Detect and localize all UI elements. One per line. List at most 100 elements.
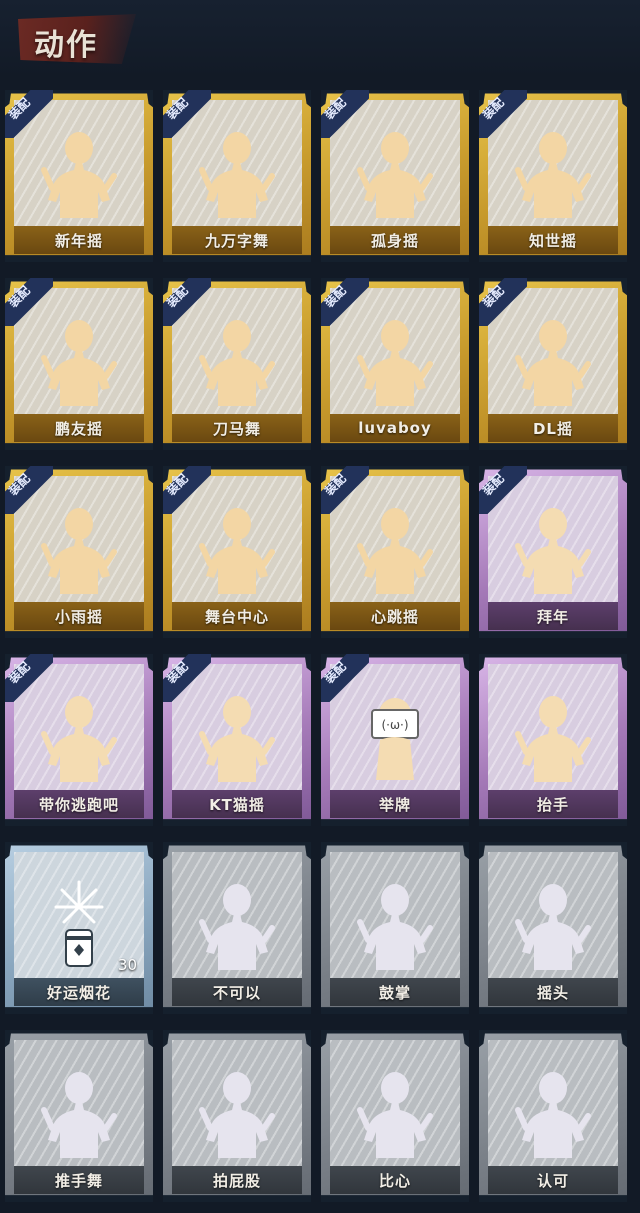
equipped-badge: 装配 xyxy=(5,90,53,138)
equipped-badge: 装配 xyxy=(321,278,369,326)
emote-name: 带你逃跑吧 xyxy=(38,795,119,814)
emote-card[interactable]: 摇头 xyxy=(479,842,627,1014)
card-label-bar: 带你逃跑吧 xyxy=(14,790,144,818)
emote-name: 九万字舞 xyxy=(204,231,269,250)
emote-name: 鼓掌 xyxy=(378,983,411,1002)
emote-name: 孤身摇 xyxy=(370,231,419,250)
card-art-panel xyxy=(330,852,460,982)
card-label-bar: 鼓掌 xyxy=(330,978,460,1006)
emote-card[interactable]: 拍屁股 xyxy=(163,1030,311,1202)
equipped-badge: 装配 xyxy=(5,654,53,702)
emote-name: 摇头 xyxy=(536,983,569,1002)
emote-card[interactable]: DL摇 装配 xyxy=(479,278,627,450)
emote-card[interactable]: 30 好运烟花 xyxy=(5,842,153,1014)
card-art-panel xyxy=(488,852,618,982)
card-art-panel xyxy=(488,1040,618,1170)
card-label-bar: 新年摇 xyxy=(14,226,144,254)
emote-name: luvaboy xyxy=(358,419,432,437)
card-label-bar: KT猫摇 xyxy=(172,790,302,818)
emote-card[interactable]: KT猫摇 装配 xyxy=(163,654,311,826)
card-label-bar: 认可 xyxy=(488,1166,618,1194)
equipped-badge: 装配 xyxy=(479,90,527,138)
card-art-panel xyxy=(488,664,618,794)
card-label-bar: 比心 xyxy=(330,1166,460,1194)
equipped-badge: 装配 xyxy=(5,466,53,514)
header-bar: 动作 xyxy=(0,0,640,78)
card-label-bar: 小雨摇 xyxy=(14,602,144,630)
equipped-badge: 装配 xyxy=(163,90,211,138)
equipped-badge: 装配 xyxy=(163,466,211,514)
emote-name: 拜年 xyxy=(536,607,569,626)
emote-name: 小雨摇 xyxy=(54,607,103,626)
emote-card[interactable]: 鹏友摇 装配 xyxy=(5,278,153,450)
emote-name: 鹏友摇 xyxy=(54,419,103,438)
emote-card[interactable]: 拜年 装配 xyxy=(479,466,627,638)
equipped-badge: 装配 xyxy=(321,466,369,514)
equipped-badge: 装配 xyxy=(479,466,527,514)
card-label-bar: 舞台中心 xyxy=(172,602,302,630)
emote-name: 认可 xyxy=(536,1171,569,1190)
emote-card[interactable]: 心跳摇 装配 xyxy=(321,466,469,638)
item-count: 30 xyxy=(117,956,137,974)
equipped-badge: 装配 xyxy=(321,654,369,702)
emote-name: 新年摇 xyxy=(54,231,103,250)
emote-name: 知世摇 xyxy=(528,231,577,250)
emote-card[interactable]: (·ω·) 举牌 装配 xyxy=(321,654,469,826)
card-label-bar: 鹏友摇 xyxy=(14,414,144,442)
card-label-bar: 抬手 xyxy=(488,790,618,818)
emote-grid: 新年摇 装配 九万字舞 装配 孤身摇 装配 知世摇 装配 鹏友摇 装配 刀马舞 装配 luvaboy 装配… xyxy=(5,90,637,1202)
emote-card[interactable]: 比心 xyxy=(321,1030,469,1202)
card-art-panel xyxy=(14,1040,144,1170)
equipped-badge: 装配 xyxy=(163,654,211,702)
emote-name: 好运烟花 xyxy=(46,983,111,1002)
card-art-panel xyxy=(172,852,302,982)
emote-card[interactable]: 推手舞 xyxy=(5,1030,153,1202)
card-label-bar: 拍屁股 xyxy=(172,1166,302,1194)
card-label-bar: 推手舞 xyxy=(14,1166,144,1194)
emote-name: 刀马舞 xyxy=(212,419,261,438)
emote-name: 抬手 xyxy=(536,795,569,814)
equipped-badge: 装配 xyxy=(321,90,369,138)
card-label-bar: 不可以 xyxy=(172,978,302,1006)
emote-card[interactable]: 不可以 xyxy=(163,842,311,1014)
emote-name: KT猫摇 xyxy=(209,795,265,814)
equipped-badge: 装配 xyxy=(5,278,53,326)
emote-card[interactable]: 鼓掌 xyxy=(321,842,469,1014)
emote-name: DL摇 xyxy=(532,419,573,438)
emote-card[interactable]: 新年摇 装配 xyxy=(5,90,153,262)
page-title: 动作 xyxy=(34,28,98,63)
emote-card[interactable]: 舞台中心 装配 xyxy=(163,466,311,638)
emote-name: 拍屁股 xyxy=(212,1171,261,1190)
emote-card[interactable]: 孤身摇 装配 xyxy=(321,90,469,262)
emote-name: 舞台中心 xyxy=(204,607,269,626)
emote-card[interactable]: 认可 xyxy=(479,1030,627,1202)
svg-text:(·ω·): (·ω·) xyxy=(381,718,408,732)
emote-name: 比心 xyxy=(378,1171,411,1190)
emote-card[interactable]: luvaboy 装配 xyxy=(321,278,469,450)
emote-name: 不可以 xyxy=(212,983,261,1002)
card-label-bar: 心跳摇 xyxy=(330,602,460,630)
card-art-panel xyxy=(172,1040,302,1170)
card-label-bar: 拜年 xyxy=(488,602,618,630)
emote-name: 推手舞 xyxy=(54,1171,103,1190)
emote-card[interactable]: 刀马舞 装配 xyxy=(163,278,311,450)
emote-card[interactable]: 小雨摇 装配 xyxy=(5,466,153,638)
equipped-badge: 装配 xyxy=(163,278,211,326)
card-label-bar: luvaboy xyxy=(330,414,460,442)
equipped-badge: 装配 xyxy=(479,278,527,326)
card-label-bar: 知世摇 xyxy=(488,226,618,254)
emote-card[interactable]: 九万字舞 装配 xyxy=(163,90,311,262)
card-label-bar: 孤身摇 xyxy=(330,226,460,254)
card-label-bar: 好运烟花 xyxy=(14,978,144,1006)
card-label-bar: 刀马舞 xyxy=(172,414,302,442)
card-label-bar: DL摇 xyxy=(488,414,618,442)
emote-name: 心跳摇 xyxy=(370,607,419,626)
emote-card[interactable]: 抬手 xyxy=(479,654,627,826)
card-label-bar: 举牌 xyxy=(330,790,460,818)
card-label-bar: 九万字舞 xyxy=(172,226,302,254)
emote-card[interactable]: 带你逃跑吧 装配 xyxy=(5,654,153,826)
card-label-bar: 摇头 xyxy=(488,978,618,1006)
emote-card[interactable]: 知世摇 装配 xyxy=(479,90,627,262)
emote-name: 举牌 xyxy=(378,795,411,814)
card-art-panel xyxy=(330,1040,460,1170)
